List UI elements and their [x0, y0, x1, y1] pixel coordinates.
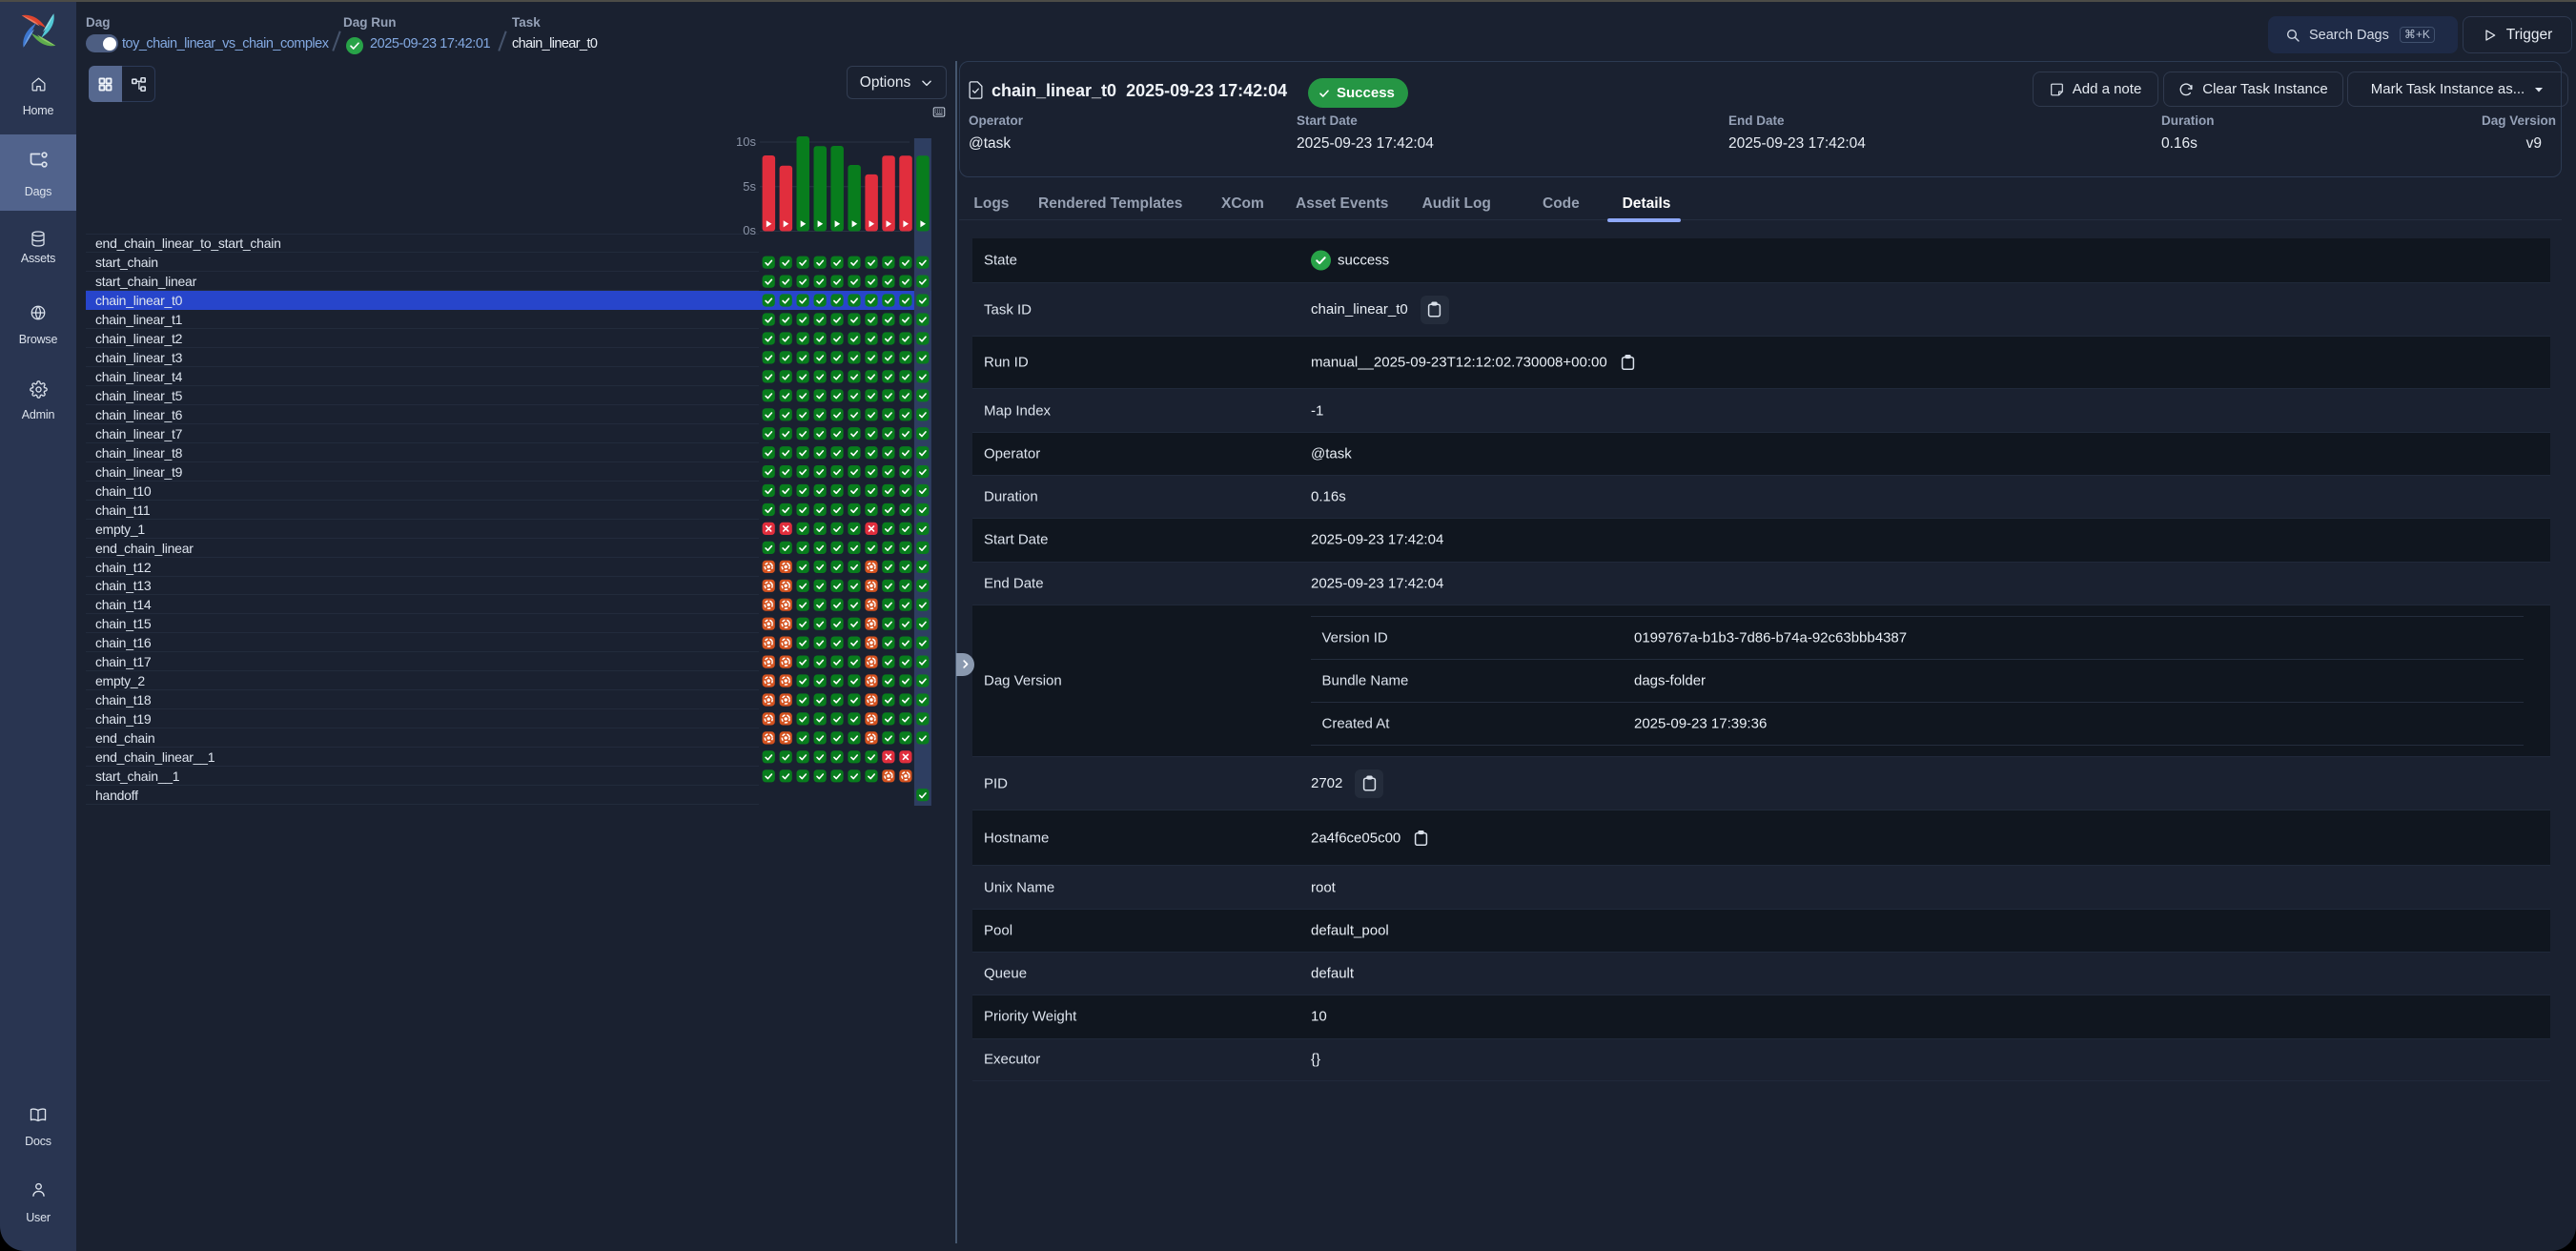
svg-text:10s: 10s: [736, 134, 756, 149]
svg-text:5s: 5s: [743, 179, 756, 194]
svg-text:0s: 0s: [743, 223, 756, 237]
